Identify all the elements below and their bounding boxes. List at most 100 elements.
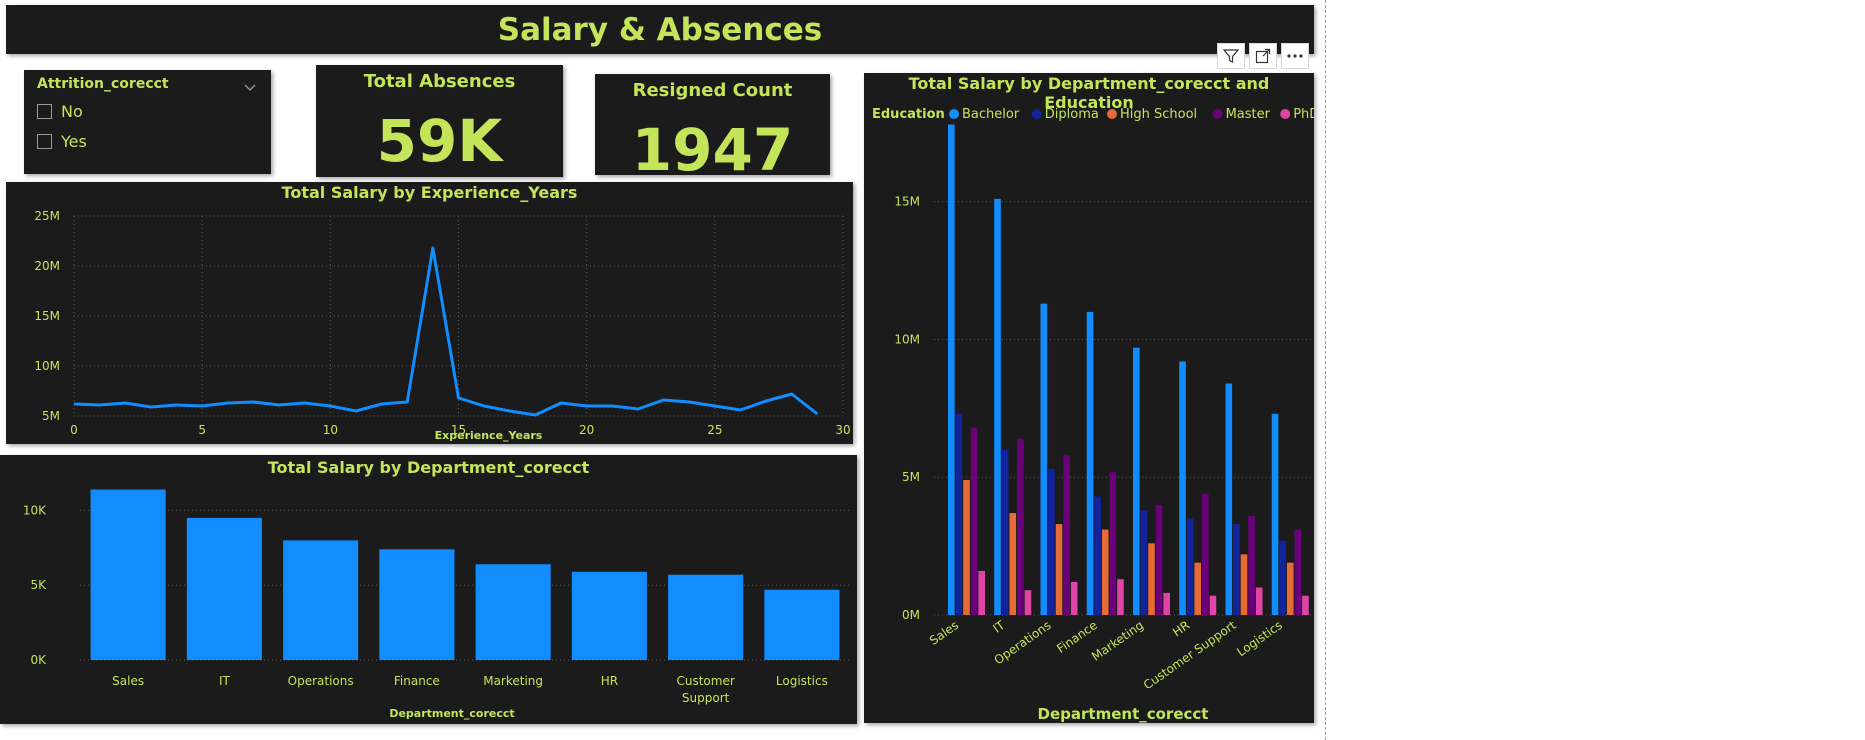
bar	[1286, 562, 1294, 615]
legend-marker	[949, 109, 959, 119]
bar	[1133, 347, 1140, 615]
y-tick-label: 10M	[894, 332, 920, 346]
bar	[1248, 515, 1255, 615]
x-axis-title: Experience_Years	[435, 429, 543, 442]
checkbox[interactable]	[37, 134, 52, 149]
y-tick-label: 5M	[42, 409, 60, 423]
x-tick-label: HR	[601, 674, 618, 688]
bar	[1070, 581, 1078, 615]
bar	[1209, 595, 1217, 615]
report-title-bar: Salary & Absences	[6, 5, 1314, 54]
bar	[1040, 303, 1048, 615]
bar	[1202, 493, 1209, 615]
legend-label: PhD	[1293, 107, 1314, 122]
bar	[1086, 311, 1094, 615]
card-value: 1947	[631, 116, 794, 184]
slicer-option-label: No	[61, 102, 83, 121]
x-tick-label: Marketing	[483, 674, 543, 688]
bar	[994, 198, 1001, 615]
y-tick-label: 0M	[902, 608, 920, 622]
y-tick-label: 15M	[894, 195, 920, 209]
card-label: Total Absences	[363, 71, 516, 92]
x-tick-label: IT	[990, 618, 1007, 636]
x-tick-label: 10	[323, 423, 338, 437]
card-value: 59K	[376, 107, 503, 175]
x-axis-title: Department_corecct	[1038, 705, 1209, 723]
bar	[1233, 524, 1240, 615]
x-tick-label: Customer	[676, 674, 734, 688]
legend-label: High School	[1120, 107, 1197, 122]
bar	[90, 489, 166, 660]
bar	[1279, 540, 1286, 615]
more-options-icon[interactable]	[1281, 43, 1309, 69]
bar	[1109, 471, 1117, 615]
x-tick-label: 5	[198, 423, 206, 437]
bar	[1140, 510, 1148, 615]
x-tick-label: Support	[682, 691, 730, 705]
x-axis-title: Department_corecct	[389, 707, 514, 720]
slicer-option-no[interactable]: No	[37, 102, 83, 121]
total-absences-card: Total Absences 59K	[316, 65, 563, 177]
x-tick-label: Sales	[112, 674, 144, 688]
x-tick-label: IT	[219, 674, 231, 688]
bar	[955, 413, 963, 615]
legend-marker	[1031, 109, 1042, 119]
bar	[948, 124, 955, 615]
bar	[978, 570, 985, 615]
bar	[1163, 592, 1170, 615]
x-tick-label: 25	[707, 423, 722, 437]
chevron-down-icon[interactable]	[243, 78, 257, 97]
bar-chart-svg: 0K 5K 10K Sales IT Operations Finance Marketing…	[23, 489, 850, 720]
x-tick-label: 0	[70, 423, 78, 437]
bar	[668, 574, 744, 660]
bar	[1048, 468, 1055, 615]
line-chart-svg: 5M10M15M20M25M0 5 10 15 20 25 30Experience_Yea…	[34, 209, 850, 442]
bar	[1117, 579, 1124, 615]
bar	[1148, 543, 1155, 615]
salary-by-department-education-chart: Total Salary by Department_corecct and E…	[864, 73, 1314, 723]
bar	[379, 549, 455, 660]
bar	[1179, 361, 1186, 615]
x-tick-label: 30	[835, 423, 850, 437]
visual-header-toolbar	[1217, 43, 1317, 71]
bar	[764, 589, 840, 660]
slicer-option-label: Yes	[61, 132, 87, 151]
card-label: Resigned Count	[632, 80, 793, 101]
bar	[475, 564, 551, 660]
salary-by-department-chart: Total Salary by Department_corecct 0K 5K 1…	[0, 455, 857, 724]
y-tick-label: 20M	[34, 259, 60, 273]
bar	[1009, 513, 1017, 615]
x-tick-label: Logistics	[776, 674, 828, 688]
bar	[1155, 504, 1163, 615]
y-tick-label: 10M	[34, 359, 60, 373]
salary-by-experience-chart: Total Salary by Experience_Years 5M 10M 15…	[6, 182, 853, 444]
x-tick-label: Operations	[288, 674, 354, 688]
bar	[1255, 587, 1263, 615]
bar	[1240, 554, 1248, 615]
checkbox[interactable]	[37, 104, 52, 119]
legend-marker	[1212, 109, 1223, 119]
attrition-slicer: Attrition_corecct No Yes	[24, 70, 271, 174]
y-tick-label: 25M	[34, 209, 60, 223]
bar	[1194, 562, 1202, 615]
slicer-title: Attrition_corecct	[37, 76, 169, 92]
x-tick-label: HR	[1170, 618, 1192, 639]
bar	[1271, 413, 1279, 615]
y-tick-label: 5M	[902, 470, 920, 484]
y-tick-label: 0K	[30, 653, 47, 667]
x-tick-label: Logistics	[1234, 618, 1285, 659]
legend-label: Master	[1226, 107, 1271, 122]
x-tick-label: Sales	[927, 618, 961, 648]
bar	[1294, 529, 1302, 615]
slicer-option-yes[interactable]: Yes	[37, 132, 87, 151]
bar	[1017, 438, 1024, 615]
bar	[1094, 496, 1101, 615]
y-tick-label: 5K	[30, 578, 47, 592]
bar	[1186, 518, 1194, 615]
focus-mode-icon[interactable]	[1249, 43, 1277, 69]
legend-label: Diploma	[1045, 107, 1099, 122]
legend-marker	[1107, 109, 1117, 119]
series-line	[73, 246, 819, 417]
filter-icon[interactable]	[1217, 43, 1245, 69]
y-tick-label: 10K	[23, 503, 47, 517]
